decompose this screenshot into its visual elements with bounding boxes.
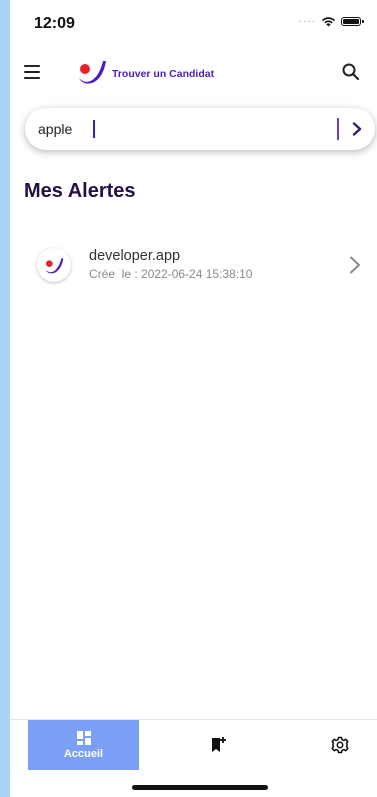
page-title: Mes Alertes	[24, 180, 136, 202]
wifi-icon	[322, 17, 335, 27]
alert-list-item[interactable]: developer.app Crée le : 2022-06-24 15:38…	[24, 244, 362, 288]
status-icons: ····	[298, 15, 364, 27]
tab-accueil-label: Accueil	[63, 748, 104, 760]
brand-logo-icon	[79, 61, 106, 84]
search-input[interactable]	[38, 114, 318, 144]
avatar	[37, 248, 71, 282]
battery-icon	[341, 17, 364, 26]
search-divider	[337, 118, 339, 140]
search-submit-button[interactable]	[345, 117, 369, 141]
app-bar: Trouver un Candidat	[10, 52, 377, 92]
app-screen: 12:09 ···· Trouver un Candidat apple Mes…	[10, 0, 377, 797]
chevron-right-icon	[350, 256, 360, 274]
status-time: 12:09	[34, 15, 75, 32]
tab-accueil[interactable]: Accueil	[28, 720, 139, 770]
hamburger-menu-icon[interactable]	[24, 62, 46, 82]
bookmark-add-icon	[212, 737, 226, 752]
alert-created-date: Crée le : 2022-06-24 15:38:10	[89, 267, 253, 281]
search-icon[interactable]	[341, 62, 361, 82]
tab-settings[interactable]	[318, 720, 362, 770]
home-indicator	[132, 785, 268, 790]
search-bar	[25, 108, 375, 150]
dashboard-icon	[76, 731, 91, 745]
chevron-right-icon	[352, 122, 362, 136]
brand-name: Trouver un Candidat	[112, 68, 215, 80]
tab-saved[interactable]	[196, 720, 240, 770]
alert-name: developer.app	[89, 248, 181, 264]
brand-logo: Trouver un Candidat	[76, 56, 214, 86]
text-caret	[93, 120, 95, 138]
signal-dots-icon: ····	[298, 15, 316, 27]
status-bar: 12:09 ····	[10, 0, 377, 44]
bottom-navigation: Accueil	[10, 719, 377, 797]
gear-icon	[331, 736, 349, 754]
brand-logo-icon	[45, 258, 64, 274]
